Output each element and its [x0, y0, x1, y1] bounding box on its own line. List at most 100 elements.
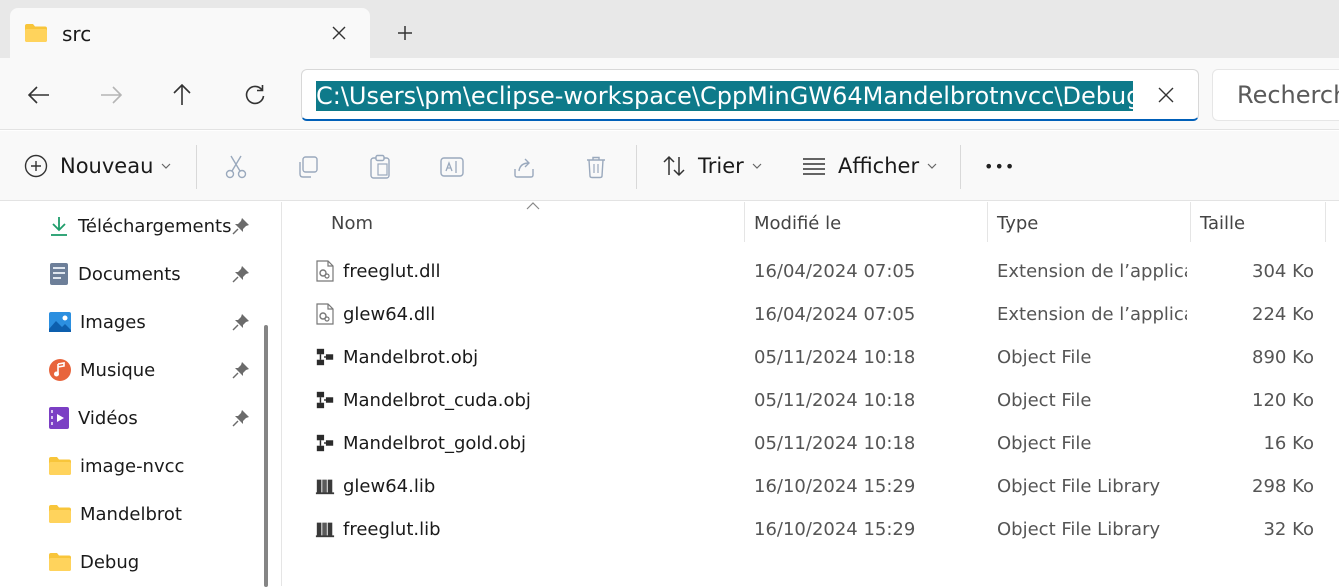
lib-file-icon: [315, 479, 335, 495]
column-separator[interactable]: [987, 202, 988, 242]
forward-button[interactable]: [96, 80, 126, 110]
navigation-bar: C:\Users\pm\eclipse-workspace\CppMinGW64…: [0, 58, 1339, 130]
sidebar-item-mandelbrot[interactable]: Mandelbrot: [48, 498, 258, 530]
clipboard-icon: [370, 154, 390, 179]
search-box[interactable]: Rechercher: [1212, 69, 1339, 121]
column-separator[interactable]: [1190, 202, 1191, 242]
file-name: Mandelbrot_cuda.obj: [343, 390, 531, 411]
scissors-icon: [225, 155, 247, 179]
sidebar-item-label: Vidéos: [78, 407, 138, 429]
sidebar-item-music[interactable]: Musique: [48, 354, 258, 386]
column-header-name[interactable]: Nom: [331, 202, 741, 244]
share-button[interactable]: [510, 153, 538, 181]
clear-address-button[interactable]: [1154, 83, 1178, 107]
more-options-button[interactable]: •••: [984, 149, 1015, 183]
obj-file-icon: [316, 391, 334, 409]
sidebar-item-documents[interactable]: Documents: [48, 258, 258, 290]
chevron-down-icon: [927, 163, 937, 169]
file-size: 304 Ko: [1252, 261, 1314, 282]
sidebar-item-label: Musique: [80, 359, 156, 381]
file-type: Extension de l’applica...: [997, 261, 1187, 282]
column-header-modified[interactable]: Modifié le: [754, 202, 984, 244]
sidebar-item-image-nvcc[interactable]: image-nvcc: [48, 450, 258, 482]
lib-file-icon: [315, 522, 335, 538]
address-bar[interactable]: C:\Users\pm\eclipse-workspace\CppMinGW64…: [301, 69, 1199, 121]
file-modified: 16/04/2024 07:05: [754, 261, 916, 282]
sidebar-item-images[interactable]: Images: [48, 306, 258, 338]
column-separator[interactable]: [1325, 202, 1326, 242]
dll-file-icon: [316, 303, 334, 325]
file-modified: 16/04/2024 07:05: [754, 304, 916, 325]
table-row[interactable]: glew64.lib 16/10/2024 15:29 Object File …: [283, 465, 1339, 508]
sidebar-item-label: Documents: [78, 263, 181, 285]
table-row[interactable]: Mandelbrot.obj 05/11/2024 10:18 Object F…: [283, 336, 1339, 379]
close-icon: [332, 26, 346, 40]
file-type: Object File: [997, 347, 1092, 368]
file-modified: 16/10/2024 15:29: [754, 519, 916, 540]
sidebar-scrollbar[interactable]: [264, 325, 268, 587]
column-header-label: Nom: [331, 212, 374, 234]
toolbar-separator: [196, 145, 197, 189]
sidebar-item-downloads[interactable]: Téléchargements: [48, 210, 258, 242]
plus-circle-icon: [24, 154, 48, 178]
folder-icon: [49, 505, 71, 523]
file-name: freeglut.dll: [343, 261, 441, 282]
table-row[interactable]: freeglut.lib 16/10/2024 15:29 Object Fil…: [283, 508, 1339, 551]
paste-button[interactable]: [366, 153, 394, 181]
command-bar: Nouveau Trier Afficher •••: [0, 131, 1339, 201]
file-type: Object File Library: [997, 519, 1161, 540]
close-tab-button[interactable]: [327, 21, 351, 45]
column-header-size[interactable]: Taille: [1200, 202, 1320, 244]
tab-src[interactable]: src: [10, 8, 370, 58]
column-header-label: Type: [997, 212, 1039, 234]
view-button[interactable]: Afficher: [802, 149, 937, 183]
copy-icon: [299, 156, 318, 178]
column-separator[interactable]: [744, 202, 745, 242]
table-row[interactable]: Mandelbrot_cuda.obj 05/11/2024 10:18 Obj…: [283, 379, 1339, 422]
file-type: Object File: [997, 390, 1092, 411]
sort-button[interactable]: Trier: [662, 149, 762, 183]
obj-file-icon: [316, 348, 334, 366]
table-row[interactable]: Mandelbrot_gold.obj 05/11/2024 10:18 Obj…: [283, 422, 1339, 465]
sidebar-item-label: Debug: [80, 551, 140, 573]
table-row[interactable]: glew64.dll 16/04/2024 07:05 Extension de…: [283, 293, 1339, 336]
new-button[interactable]: Nouveau: [24, 149, 171, 183]
file-size: 120 Ko: [1252, 390, 1314, 411]
delete-button[interactable]: [582, 153, 610, 181]
arrow-right-icon: [101, 86, 122, 104]
cut-button[interactable]: [222, 153, 250, 181]
file-name: glew64.lib: [343, 476, 436, 497]
file-name: Mandelbrot_gold.obj: [343, 433, 526, 454]
address-path[interactable]: C:\Users\pm\eclipse-workspace\CppMinGW64…: [316, 81, 1133, 111]
pin-icon: [232, 314, 249, 331]
back-button[interactable]: [24, 80, 54, 110]
up-button[interactable]: [167, 80, 197, 110]
chevron-down-icon: [161, 163, 171, 169]
file-modified: 05/11/2024 10:18: [754, 347, 916, 368]
navigation-pane: Téléchargements Documents Images Musique…: [0, 202, 282, 586]
file-size: 16 Ko: [1263, 433, 1314, 454]
file-type: Extension de l’applica...: [997, 304, 1187, 325]
list-view-icon: [803, 158, 825, 175]
column-header-label: Modifié le: [754, 212, 842, 234]
file-modified: 05/11/2024 10:18: [754, 433, 916, 454]
folder-icon: [49, 457, 71, 475]
table-row[interactable]: freeglut.dll 16/04/2024 07:05 Extension …: [283, 250, 1339, 293]
copy-button[interactable]: [294, 153, 322, 181]
sidebar-item-videos[interactable]: Vidéos: [48, 402, 258, 434]
file-name: freeglut.lib: [343, 519, 441, 540]
sidebar-item-debug[interactable]: Debug: [48, 546, 258, 578]
view-button-label: Afficher: [838, 154, 920, 178]
toolbar-separator: [960, 145, 961, 189]
search-placeholder: Rechercher: [1237, 81, 1339, 109]
new-tab-button[interactable]: [392, 20, 418, 46]
rename-button[interactable]: [438, 153, 466, 181]
close-icon: [1158, 87, 1174, 103]
refresh-button[interactable]: [240, 80, 270, 110]
file-size: 32 Ko: [1263, 519, 1314, 540]
more-icon: •••: [984, 156, 1016, 176]
column-header-type[interactable]: Type: [997, 202, 1187, 244]
pin-icon: [232, 266, 249, 283]
file-list: Nom Modifié le Type Taille freeglut.dll …: [283, 202, 1339, 586]
videos-icon: [49, 407, 69, 429]
